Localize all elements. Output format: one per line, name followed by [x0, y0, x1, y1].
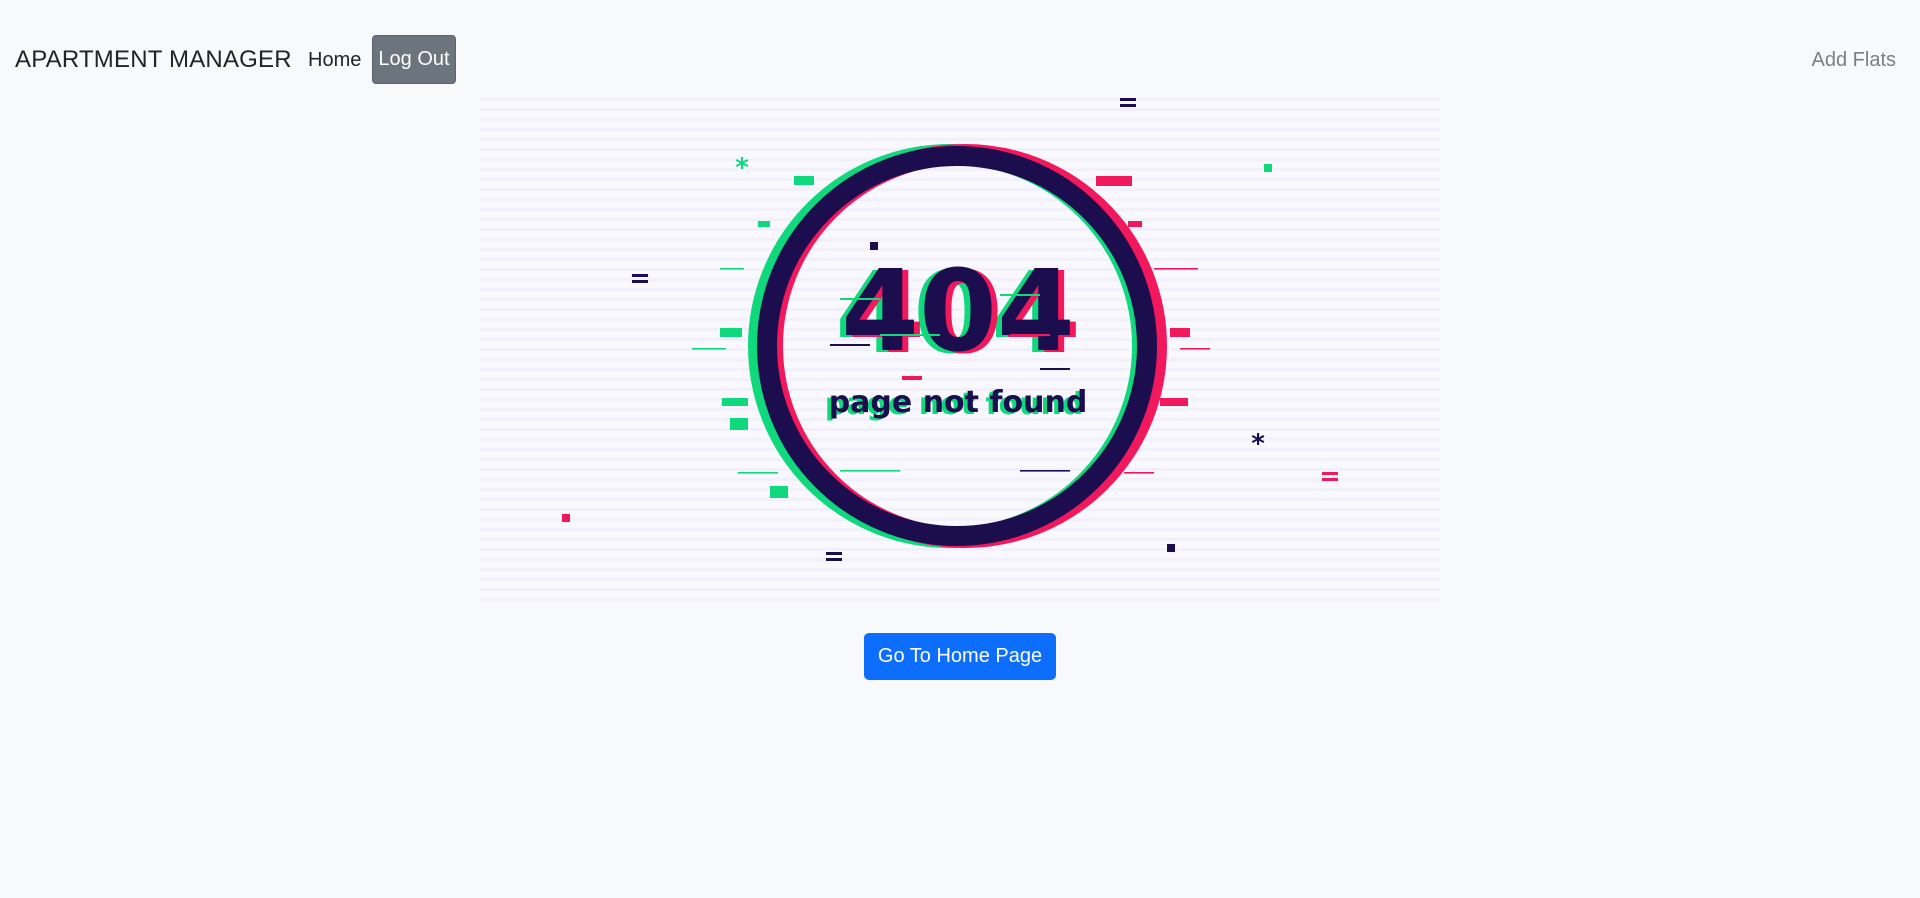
brand-title[interactable]: APARTMENT MANAGER	[15, 46, 292, 74]
nav-add-flats-link[interactable]: Add Flats	[1812, 49, 1896, 72]
logout-button[interactable]: Log Out	[372, 35, 456, 84]
svg-text:*: *	[735, 153, 749, 183]
svg-text:*: *	[1251, 429, 1265, 459]
error-code: 404	[841, 247, 1075, 377]
not-found-message: page not found	[829, 385, 1088, 420]
not-found-illustration: 404 404 404 page not found page not foun…	[480, 98, 1440, 603]
go-to-home-button[interactable]: Go To Home Page	[864, 633, 1056, 680]
glitch-404-graphic: 404 404 404 page not found page not foun…	[562, 98, 1338, 561]
nav-home-link[interactable]: Home	[308, 49, 361, 72]
top-navbar: APARTMENT MANAGER Home Log Out Add Flats	[0, 22, 1920, 100]
